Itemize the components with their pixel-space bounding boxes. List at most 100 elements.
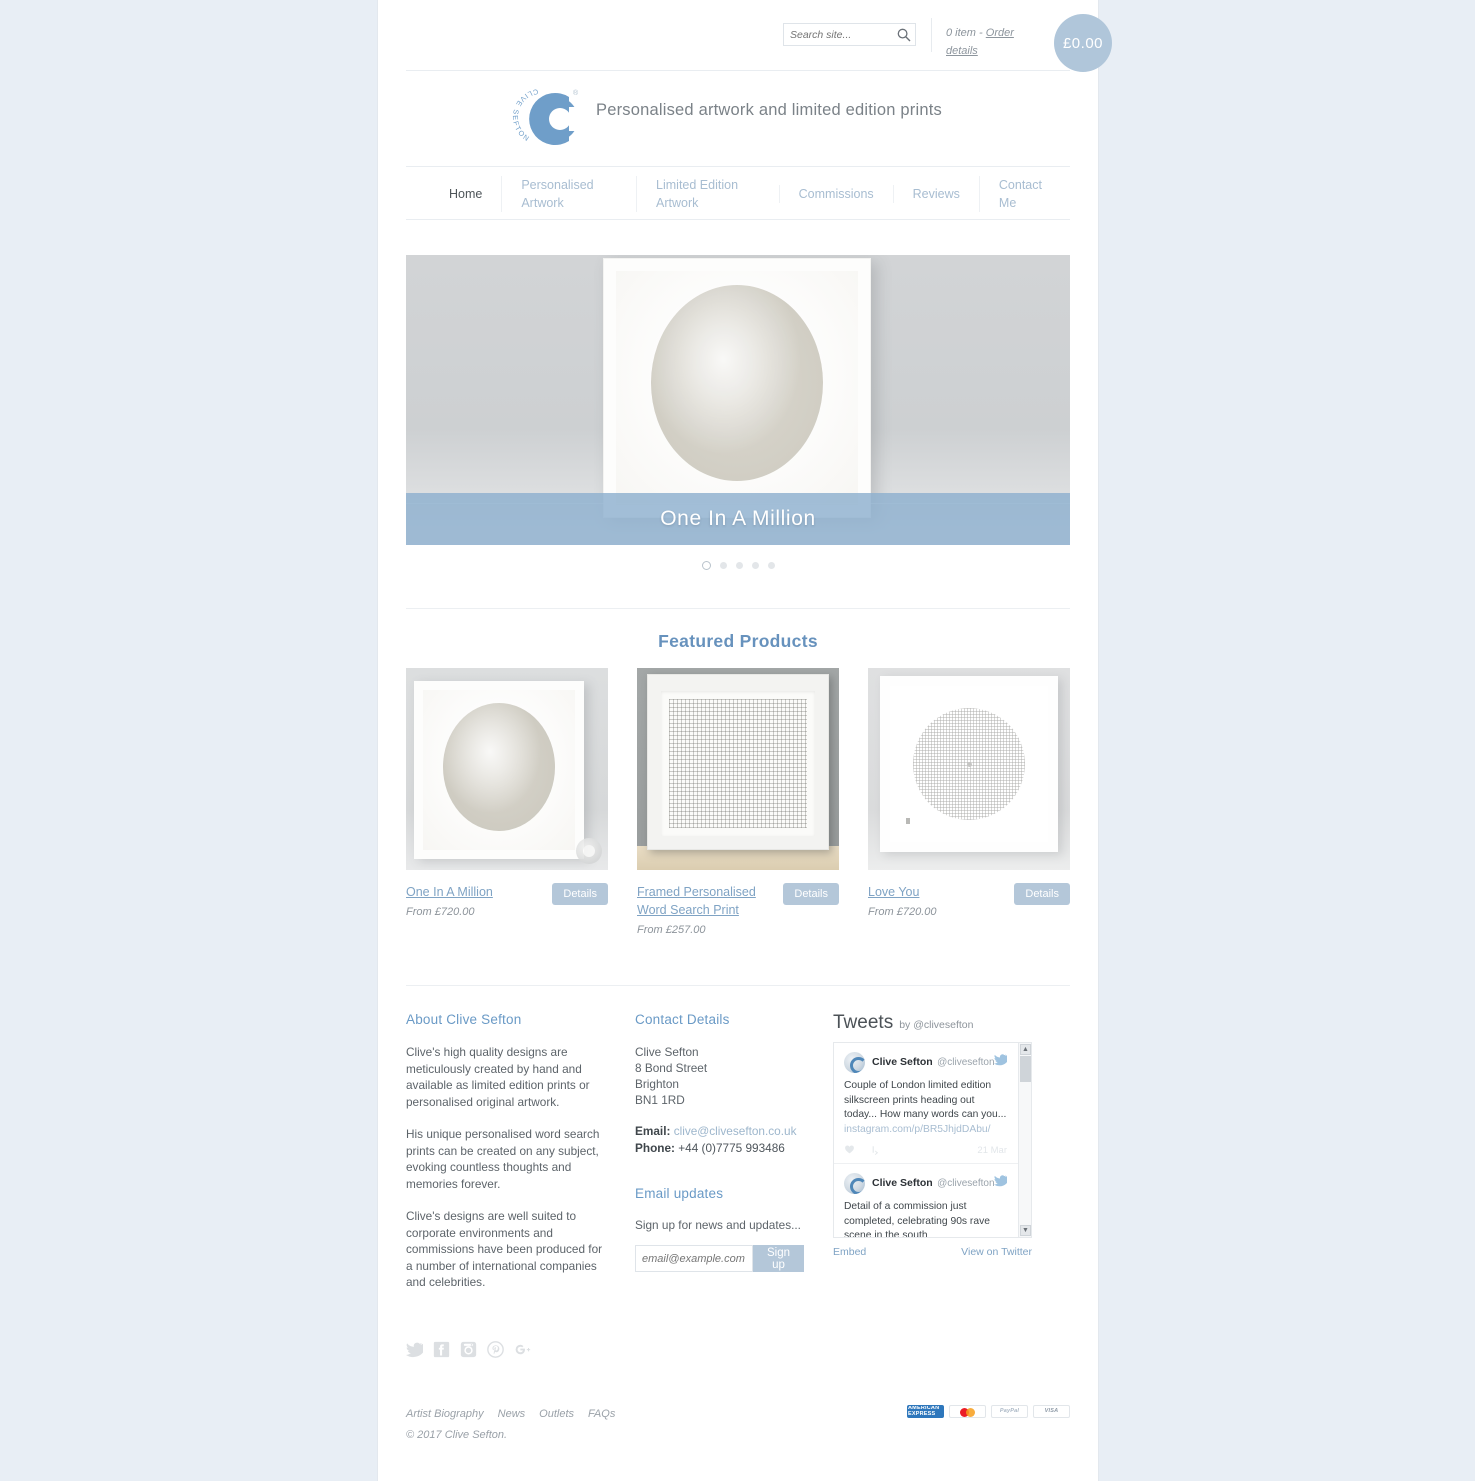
mastercard-icon — [949, 1404, 986, 1418]
nav-item-home[interactable]: Home — [430, 185, 501, 203]
tweet-actions: 21 Mar — [844, 1137, 1009, 1163]
newsletter-heading: Email updates — [635, 1186, 724, 1201]
nav-item-contact-me[interactable]: Contact Me — [978, 175, 1070, 212]
scrollbar-thumb[interactable] — [1020, 1056, 1031, 1082]
newsletter-description: Sign up for news and updates... — [635, 1218, 801, 1232]
scroll-up-arrow-icon[interactable]: ▲ — [1020, 1044, 1031, 1055]
product-details-button[interactable]: Details — [1014, 883, 1070, 905]
about-paragraph: Clive's designs are well suited to corpo… — [406, 1209, 603, 1289]
address-line: Clive Sefton — [635, 1045, 699, 1059]
email-row: Email: clive@clivesefton.co.uk — [635, 1123, 804, 1140]
twitter-icon — [994, 1175, 1007, 1187]
tweet-author-handle: @clivesefton — [937, 1178, 995, 1189]
phone-label: Phone: — [635, 1141, 675, 1155]
picture-frame — [414, 681, 584, 859]
product-details-button[interactable]: Details — [552, 883, 608, 905]
twitter-widget-header: Tweets by @clivesefton — [833, 1012, 1009, 1034]
product-details-button[interactable]: Details — [783, 883, 839, 905]
search-box[interactable] — [783, 23, 916, 46]
address-line: BN1 1RD — [635, 1093, 685, 1107]
contact-column: Contact Details Clive Sefton 8 Bond Stre… — [604, 1012, 804, 1358]
footer-link-faqs[interactable]: FAQs — [588, 1408, 615, 1420]
slider-dot-2[interactable] — [719, 561, 727, 569]
product-price: From £720.00 — [868, 906, 937, 918]
about-column: About Clive Sefton Clive's high quality … — [406, 1012, 604, 1358]
twitter-handle-link[interactable]: @clivesefton — [913, 1019, 973, 1031]
search-submit-button[interactable] — [896, 27, 912, 43]
featured-products-grid: One In A Million From £720.00 Details Fr… — [406, 668, 1070, 936]
slider-dot-4[interactable] — [751, 561, 759, 569]
product-image-framed-word-search[interactable] — [637, 668, 839, 870]
contact-heading: Contact Details — [635, 1012, 730, 1027]
picture-frame — [880, 676, 1058, 852]
site-footer: Artist Biography News Outlets FAQs © 201… — [406, 1358, 1070, 1481]
view-on-twitter-link[interactable]: View on Twitter — [961, 1246, 1032, 1258]
pinterest-icon — [487, 1340, 504, 1358]
tweet-link[interactable]: instagram.com/p/BR5JhjdDAbu/ — [844, 1124, 991, 1135]
cart-total-badge[interactable]: £0.00 — [1054, 14, 1112, 72]
svg-text:®: ® — [573, 89, 579, 97]
footer-link-outlets[interactable]: Outlets — [539, 1408, 574, 1420]
slider-dot-1[interactable] — [701, 560, 711, 570]
print-mat — [890, 686, 1048, 842]
google-plus-icon — [515, 1344, 531, 1354]
print-circle-artwork — [651, 285, 823, 482]
twitter-icon — [406, 1341, 428, 1357]
product-image-one-in-a-million[interactable] — [406, 668, 608, 870]
twitter-icon — [994, 1054, 1007, 1066]
by-label: by — [899, 1019, 911, 1031]
payment-methods: AMERICAN EXPRESS PayPal VISA — [907, 1404, 1070, 1418]
product-title-link[interactable]: One In A Million — [406, 885, 493, 899]
nav-item-commissions[interactable]: Commissions — [778, 184, 893, 203]
email-link[interactable]: clive@clivesefton.co.uk — [674, 1124, 797, 1138]
social-links — [406, 1307, 604, 1358]
nav-item-limited-edition-artwork[interactable]: Limited Edition Artwork — [636, 175, 779, 212]
timeline-scrollbar[interactable]: ▲ ▼ — [1018, 1043, 1031, 1237]
tweet-date: 21 Mar — [977, 1145, 1007, 1156]
watermark-logo-icon — [576, 838, 602, 864]
picture-frame — [647, 674, 829, 850]
hero-slider[interactable]: One In A Million — [406, 255, 1070, 545]
search-input[interactable] — [784, 24, 887, 45]
tweet-author-handle: @clivesefton — [937, 1057, 995, 1068]
footer-link-news[interactable]: News — [498, 1408, 526, 1420]
cart-item-count: 0 item — [946, 27, 976, 39]
paypal-icon: PayPal — [991, 1404, 1028, 1418]
scroll-down-arrow-icon[interactable]: ▼ — [1020, 1225, 1031, 1236]
social-link-google-plus[interactable] — [514, 1341, 531, 1358]
social-link-pinterest[interactable] — [487, 1340, 504, 1358]
email-label: Email: — [635, 1124, 671, 1138]
social-link-facebook[interactable] — [433, 1341, 450, 1358]
slider-dot-5[interactable] — [767, 561, 775, 569]
nav-item-personalised-artwork[interactable]: Personalised Artwork — [501, 175, 636, 212]
about-paragraph: Clive's high quality designs are meticul… — [406, 1045, 590, 1109]
word-search-grid-artwork — [669, 699, 807, 828]
embed-link[interactable]: Embed — [833, 1246, 866, 1258]
avatar — [844, 1052, 865, 1073]
print-mat — [423, 690, 575, 850]
twitter-widget-byline: by @clivesefton — [899, 1019, 973, 1031]
site-logo[interactable]: CLIVE SEFTON ® — [507, 83, 583, 155]
main-navigation: Home Personalised Artwork Limited Editio… — [406, 167, 1070, 220]
address-line: Brighton — [635, 1077, 679, 1091]
footer-link-artist-biography[interactable]: Artist Biography — [406, 1408, 484, 1420]
twitter-widget-title: Tweets — [833, 1012, 894, 1033]
slider-dot-3[interactable] — [735, 561, 743, 569]
print-mat — [661, 691, 815, 836]
social-link-instagram[interactable] — [460, 1341, 477, 1358]
heart-icon[interactable] — [844, 1144, 855, 1155]
newsletter-email-input[interactable] — [635, 1245, 753, 1272]
product-title-link[interactable]: Love You — [868, 885, 919, 899]
hero-slide-image — [603, 258, 871, 518]
newsletter-signup-button[interactable]: Sign up — [753, 1245, 804, 1272]
product-title-link[interactable]: Framed Personalised Word Search Print — [637, 885, 756, 917]
product-image-love-you[interactable] — [868, 668, 1070, 870]
tweet-item: Clive Sefton @clivesefton Couple of Lond… — [834, 1043, 1019, 1164]
brand-bar: CLIVE SEFTON ® Personalised artwork and … — [406, 71, 1070, 167]
reply-icon[interactable] — [871, 1144, 882, 1155]
footer-columns: About Clive Sefton Clive's high quality … — [406, 986, 1070, 1358]
social-link-twitter[interactable] — [406, 1341, 428, 1358]
copyright-text: © 2017 Clive Sefton. — [406, 1428, 508, 1441]
twitter-timeline[interactable]: Clive Sefton @clivesefton Couple of Lond… — [833, 1042, 1032, 1238]
nav-item-reviews[interactable]: Reviews — [892, 184, 979, 203]
